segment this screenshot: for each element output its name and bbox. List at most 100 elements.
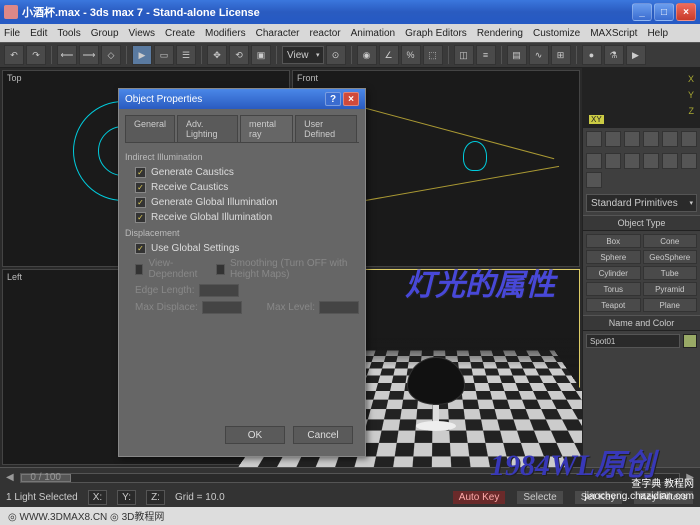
chk-recv-gi[interactable]: ✓ (135, 212, 146, 223)
select-name-button[interactable]: ☰ (176, 45, 196, 65)
object-name-field[interactable]: Spot01 (586, 334, 680, 348)
tab-create-icon[interactable] (586, 131, 602, 147)
chk-view-dependent (135, 264, 143, 275)
selection-status: 1 Light Selected (6, 492, 78, 503)
tab-motion-icon[interactable] (643, 131, 659, 147)
scale-button[interactable]: ▣ (251, 45, 271, 65)
chk-global-settings[interactable]: ✓ (135, 243, 146, 254)
menu-character[interactable]: Character (256, 28, 300, 39)
coord-y[interactable]: Y: (117, 490, 136, 505)
tab-hierarchy-icon[interactable] (624, 131, 640, 147)
redo-button[interactable]: ↷ (26, 45, 46, 65)
undo-button[interactable]: ↶ (4, 45, 24, 65)
tab-modify-icon[interactable] (605, 131, 621, 147)
chk-gen-gi[interactable]: ✓ (135, 197, 146, 208)
window-title: 小酒杯.max - 3ds max 7 - Stand-alone Licens… (22, 4, 632, 20)
maximize-button[interactable]: □ (654, 3, 674, 21)
btn-cylinder[interactable]: Cylinder (586, 266, 641, 280)
btn-sphere[interactable]: Sphere (586, 250, 641, 264)
tab-display-icon[interactable] (662, 131, 678, 147)
time-track[interactable]: 0 / 100 (20, 473, 681, 483)
psnap-button[interactable]: % (401, 45, 421, 65)
pivot-button[interactable]: ⊙ (326, 45, 346, 65)
material-button[interactable]: ● (582, 45, 602, 65)
shapes-icon[interactable] (605, 153, 621, 169)
asnap-button[interactable]: ∠ (379, 45, 399, 65)
layer-button[interactable]: ▤ (507, 45, 527, 65)
autokey-button[interactable]: Auto Key (452, 490, 507, 505)
menu-grapheditors[interactable]: Graph Editors (405, 28, 467, 39)
rotate-button[interactable]: ⟲ (229, 45, 249, 65)
chk-recv-caustics[interactable]: ✓ (135, 182, 146, 193)
select-rect-button[interactable]: ▭ (154, 45, 174, 65)
unlink-button[interactable]: ⟶ (79, 45, 99, 65)
menu-customize[interactable]: Customize (533, 28, 580, 39)
lights-icon[interactable] (624, 153, 640, 169)
helpers-icon[interactable] (662, 153, 678, 169)
btn-geosphere[interactable]: GeoSphere (643, 250, 698, 264)
menu-file[interactable]: File (4, 28, 20, 39)
tab-utilities-icon[interactable] (681, 131, 697, 147)
curve-editor-button[interactable]: ∿ (529, 45, 549, 65)
axis-tripod[interactable]: X Y Z XY (583, 68, 700, 128)
ok-button[interactable]: OK (225, 426, 285, 444)
tab-userdefined[interactable]: User Defined (295, 115, 357, 142)
tab-mentalray[interactable]: mental ray (240, 115, 293, 142)
move-button[interactable]: ✥ (207, 45, 227, 65)
systems-icon[interactable] (586, 172, 602, 188)
btn-tube[interactable]: Tube (643, 266, 698, 280)
menu-edit[interactable]: Edit (30, 28, 47, 39)
menu-reactor[interactable]: reactor (310, 28, 341, 39)
menu-animation[interactable]: Animation (351, 28, 395, 39)
group-displacement: Displacement (125, 225, 359, 241)
dialog-help-icon[interactable]: ? (325, 92, 341, 106)
menu-maxscript[interactable]: MAXScript (590, 28, 637, 39)
btn-pyramid[interactable]: Pyramid (643, 282, 698, 296)
dialog-close-icon[interactable]: × (343, 92, 359, 106)
bind-button[interactable]: ◇ (101, 45, 121, 65)
menu-tools[interactable]: Tools (57, 28, 80, 39)
menu-modifiers[interactable]: Modifiers (205, 28, 246, 39)
spinner-snap-button[interactable]: ⬚ (423, 45, 443, 65)
schematic-button[interactable]: ⊞ (551, 45, 571, 65)
menu-group[interactable]: Group (91, 28, 119, 39)
coord-z[interactable]: Z: (146, 490, 165, 505)
btn-torus[interactable]: Torus (586, 282, 641, 296)
dialog-titlebar[interactable]: Object Properties ? × (119, 89, 365, 109)
menu-views[interactable]: Views (129, 28, 156, 39)
coord-x[interactable]: X: (88, 490, 107, 505)
render-scene-button[interactable]: ⚗ (604, 45, 624, 65)
refcoord-dropdown[interactable]: View (282, 46, 324, 64)
dialog-title: Object Properties (125, 94, 202, 105)
category-dropdown[interactable]: Standard Primitives (586, 194, 697, 212)
btn-cone[interactable]: Cone (643, 234, 698, 248)
dialog-tabs: General Adv. Lighting mental ray User De… (125, 115, 359, 143)
cancel-button[interactable]: Cancel (293, 426, 353, 444)
menu-help[interactable]: Help (647, 28, 668, 39)
create-subtabs (583, 150, 700, 191)
menu-rendering[interactable]: Rendering (477, 28, 523, 39)
time-slider-handle[interactable]: 0 / 100 (21, 474, 71, 482)
object-color-swatch[interactable] (683, 334, 697, 348)
tab-general[interactable]: General (125, 115, 175, 142)
tab-advlighting[interactable]: Adv. Lighting (177, 115, 238, 142)
corner-watermark: 查字典 教程网 jiaocheng.chazidian.com (584, 479, 694, 503)
cameras-icon[interactable] (643, 153, 659, 169)
quick-render-button[interactable]: ▶ (626, 45, 646, 65)
close-button[interactable]: × (676, 3, 696, 21)
btn-plane[interactable]: Plane (643, 298, 698, 312)
chk-gen-caustics[interactable]: ✓ (135, 167, 146, 178)
menu-create[interactable]: Create (165, 28, 195, 39)
link-button[interactable]: ⟵ (57, 45, 77, 65)
spacewarps-icon[interactable] (681, 153, 697, 169)
btn-box[interactable]: Box (586, 234, 641, 248)
btn-teapot[interactable]: Teapot (586, 298, 641, 312)
minimize-button[interactable]: _ (632, 3, 652, 21)
geometry-icon[interactable] (586, 153, 602, 169)
align-button[interactable]: ≡ (476, 45, 496, 65)
grid-status: Grid = 10.0 (175, 492, 225, 503)
select-button[interactable]: ▶ (132, 45, 152, 65)
selecte-button[interactable]: Selecte (516, 490, 563, 505)
snap-button[interactable]: ◉ (357, 45, 377, 65)
mirror-button[interactable]: ◫ (454, 45, 474, 65)
